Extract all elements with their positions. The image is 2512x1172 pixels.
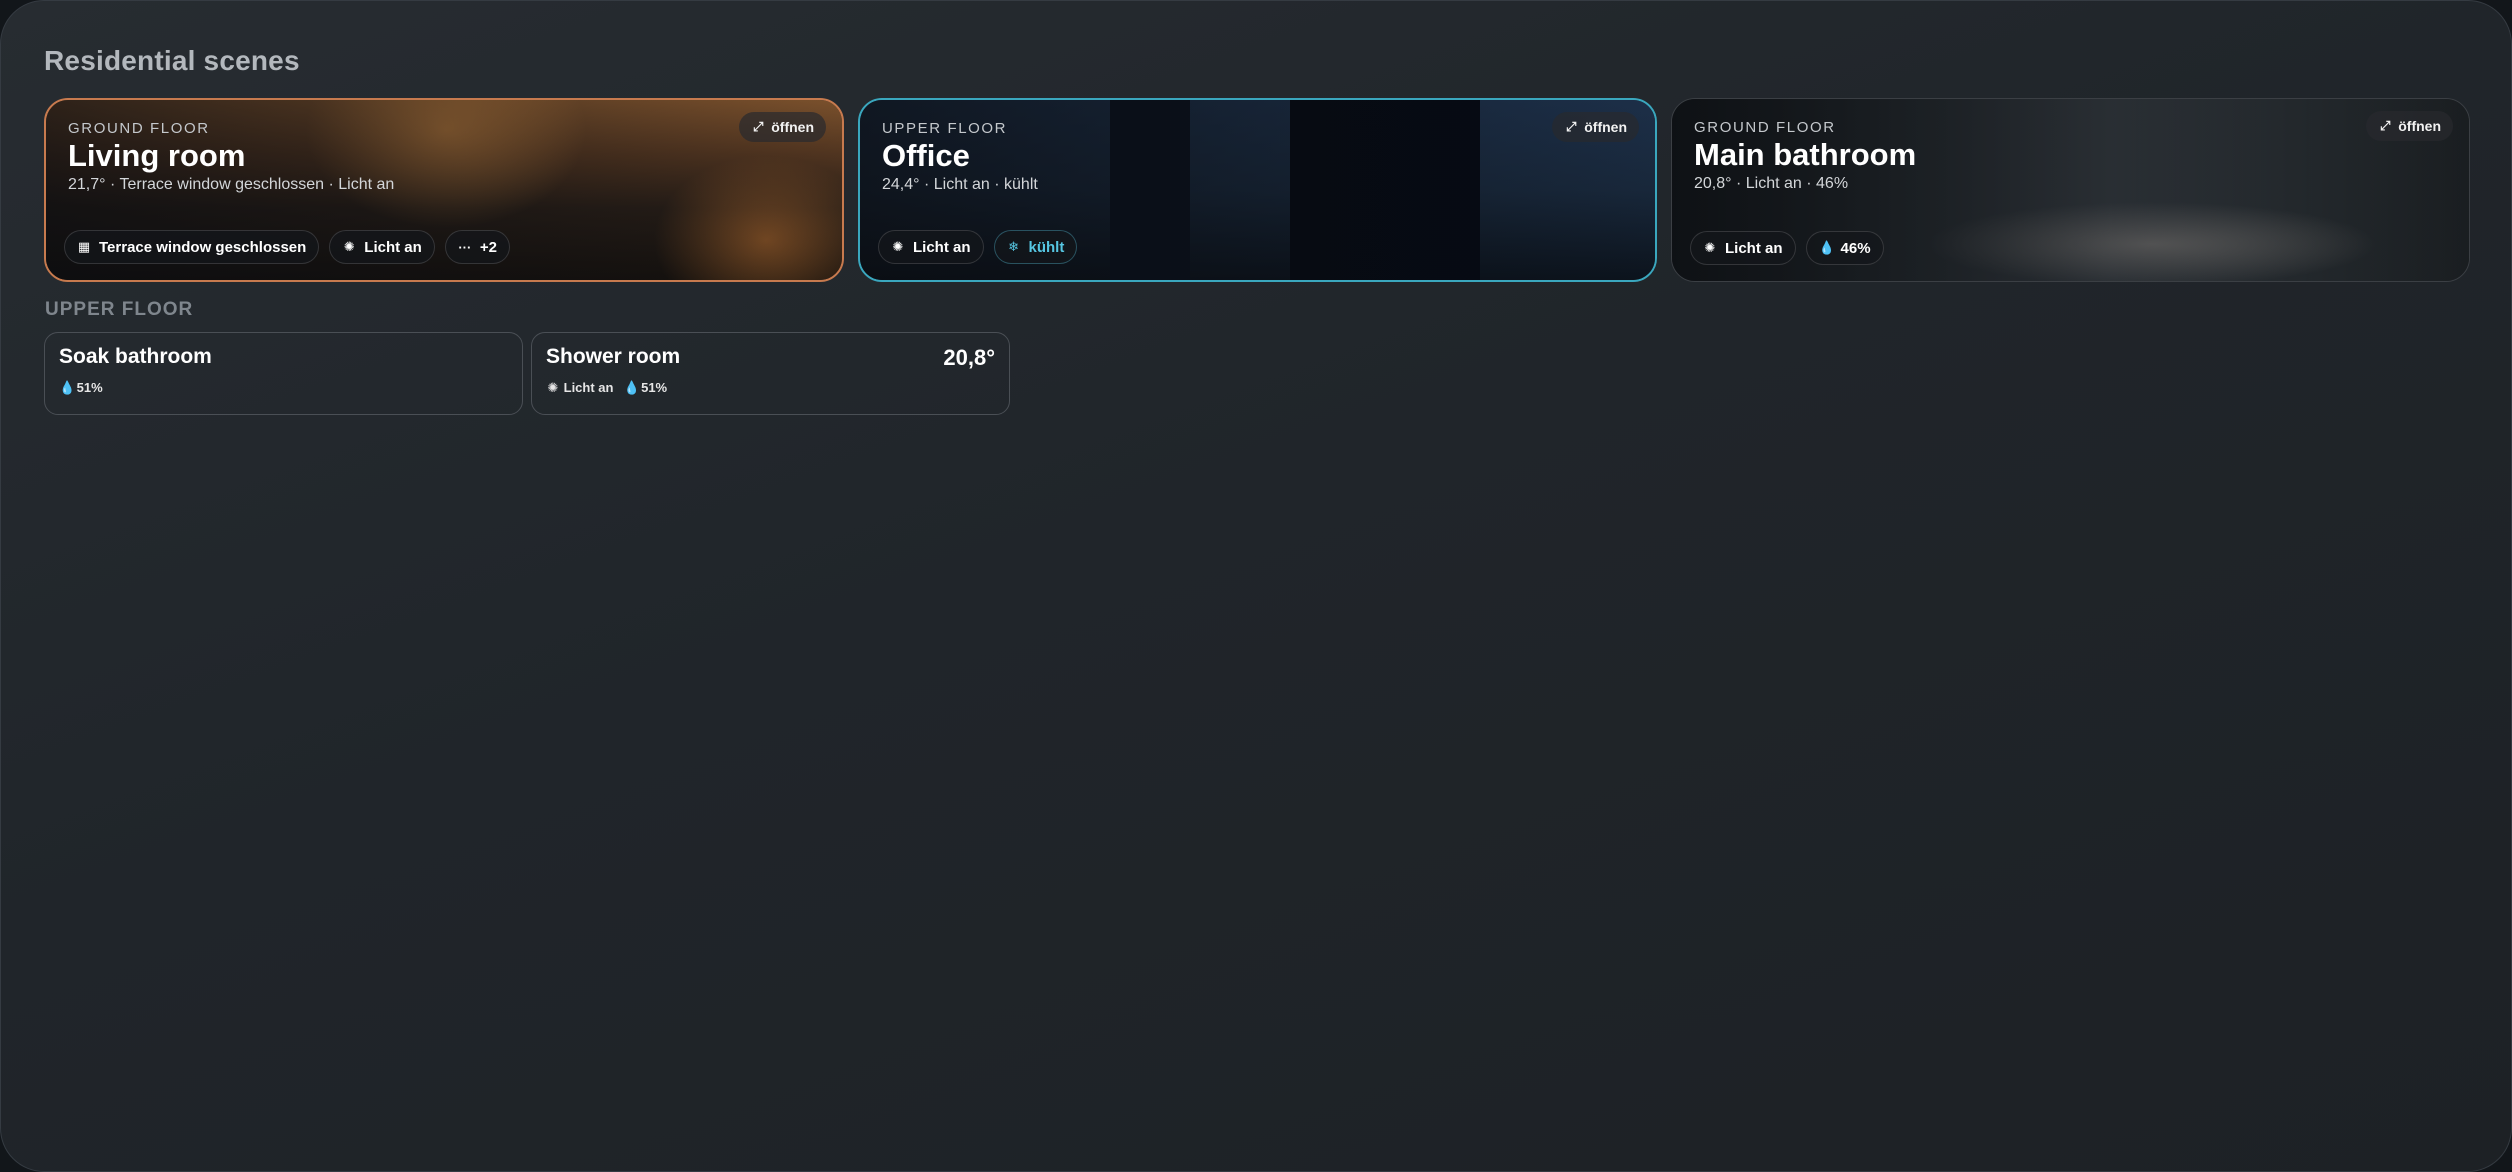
- window-grid-icon: ▦: [77, 239, 91, 254]
- scene-card-office[interactable]: UPPER FLOOR Office 24,4° · Licht an · kü…: [858, 98, 1657, 282]
- chip-cooling[interactable]: ❄ kühlt: [993, 230, 1078, 264]
- open-label: öffnen: [2398, 118, 2441, 134]
- floor-label: GROUND FLOOR: [1694, 119, 1836, 136]
- lightbulb-icon: ✺: [1704, 240, 1716, 255]
- floor-label: UPPER FLOOR: [882, 120, 1008, 137]
- status-chips: ▦ Terrace window geschlossen ✺ Licht an …: [64, 230, 510, 264]
- expand-icon: ⤢: [1566, 119, 1577, 134]
- droplet-icon: 💧: [59, 380, 76, 395]
- chip-humidity[interactable]: 💧 46%: [1805, 231, 1884, 265]
- expand-icon: ⤢: [753, 119, 764, 134]
- light-status: ✺ Licht an: [547, 380, 614, 395]
- room-summary: 24,4° · Licht an · kühlt: [882, 176, 1038, 193]
- scene-card-main-bathroom[interactable]: GROUND FLOOR Main bathroom 20,8° · Licht…: [1671, 98, 2470, 282]
- snowflake-icon: ❄: [1008, 239, 1019, 254]
- temperature-reading: 20,8°: [943, 345, 995, 370]
- room-tile-shower-room[interactable]: Shower room 20,8° ✺ Licht an 💧 51%: [531, 332, 1010, 415]
- chip-more[interactable]: ··· +2: [444, 230, 510, 264]
- room-title: Office: [882, 138, 970, 173]
- room-title: Soak bathroom: [59, 345, 212, 368]
- open-label: öffnen: [1584, 119, 1627, 135]
- room-title: Main bathroom: [1694, 137, 1917, 172]
- scene-card-living-room[interactable]: GROUND FLOOR Living room 21,7° · Terrace…: [44, 98, 844, 282]
- expand-icon: ⤢: [2380, 118, 2391, 133]
- upper-floor-heading: UPPER FLOOR: [45, 299, 194, 320]
- lightbulb-icon: ✺: [892, 239, 904, 254]
- residential-scenes-panel: Residential scenes GROUND FLOOR Living r…: [0, 0, 2512, 1172]
- room-meta: ✺ Licht an 💧 51%: [546, 380, 668, 396]
- room-meta: 💧 51%: [59, 380, 103, 396]
- lightbulb-icon: ✺: [343, 239, 355, 254]
- chip-light[interactable]: ✺ Licht an: [1690, 231, 1796, 265]
- room-title: Shower room: [546, 345, 681, 368]
- open-button[interactable]: ⤢ öffnen: [2366, 111, 2453, 141]
- chip-light[interactable]: ✺ Licht an: [878, 230, 984, 264]
- droplet-icon: 💧: [623, 380, 640, 395]
- status-chips: ✺ Licht an 💧 46%: [1690, 231, 1884, 265]
- section-title: Residential scenes: [44, 45, 300, 76]
- more-dots-icon: ···: [458, 239, 472, 255]
- droplet-icon: 💧: [1818, 240, 1835, 255]
- chip-terrace-window[interactable]: ▦ Terrace window geschlossen: [64, 230, 320, 264]
- status-chips: ✺ Licht an ❄ kühlt: [878, 230, 1078, 264]
- open-button[interactable]: ⤢ öffnen: [1552, 112, 1639, 142]
- humidity-reading: 💧 51%: [623, 380, 668, 395]
- open-label: öffnen: [771, 119, 814, 135]
- room-summary: 20,8° · Licht an · 46%: [1694, 175, 1849, 192]
- chip-light[interactable]: ✺ Licht an: [329, 230, 435, 264]
- room-title: Living room: [68, 138, 246, 173]
- humidity-reading: 💧 51%: [59, 380, 103, 395]
- open-button[interactable]: ⤢ öffnen: [739, 112, 826, 142]
- lightbulb-icon: ✺: [547, 380, 559, 395]
- floor-label: GROUND FLOOR: [68, 120, 210, 137]
- room-summary: 21,7° · Terrace window geschlossen · Lic…: [68, 176, 395, 193]
- room-tile-soak-bathroom[interactable]: Soak bathroom 💧 51%: [44, 332, 523, 415]
